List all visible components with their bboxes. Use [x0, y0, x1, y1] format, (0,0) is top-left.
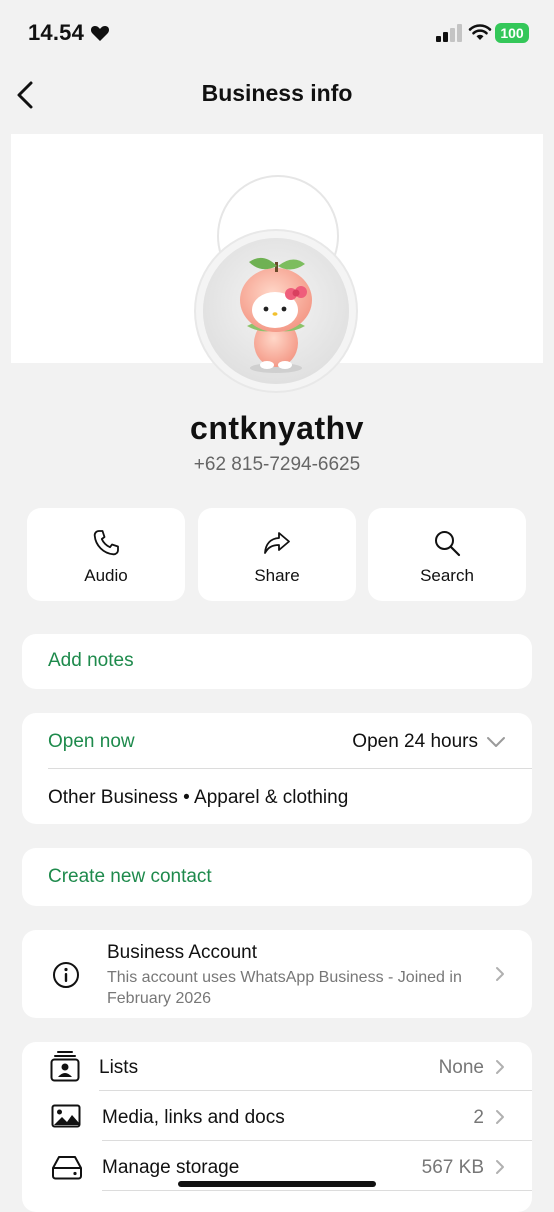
- media-links-docs-row[interactable]: Media, links and docs 2: [22, 1092, 532, 1142]
- share-icon: [264, 532, 290, 554]
- search-icon: [435, 531, 461, 557]
- add-notes-card[interactable]: Add notes: [22, 634, 532, 689]
- share-label: Share: [254, 566, 300, 585]
- chevron-right-icon: [496, 1060, 504, 1074]
- audio-call-button[interactable]: Audio: [27, 508, 185, 601]
- battery-indicator: 100: [495, 23, 529, 43]
- lists-row[interactable]: Lists None: [22, 1042, 532, 1092]
- storage-size: 567 KB: [421, 1157, 484, 1178]
- divider: [48, 768, 532, 769]
- info-icon: [53, 962, 79, 988]
- storage-icon: [52, 1156, 82, 1180]
- business-category: Other Business • Apparel & clothing: [48, 787, 349, 808]
- lists-value: None: [438, 1057, 484, 1078]
- page-title: Business info: [201, 80, 353, 106]
- add-notes-link[interactable]: Add notes: [48, 650, 134, 672]
- chevron-right-icon: [496, 967, 504, 981]
- profile-name: cntknyathv: [190, 410, 364, 446]
- storage-label: Manage storage: [102, 1157, 240, 1178]
- business-account-description: This account uses WhatsApp Business - Jo…: [107, 969, 462, 1007]
- divider: [99, 1090, 532, 1091]
- signal-icon: [436, 24, 462, 42]
- create-contact-link[interactable]: Create new contact: [48, 866, 212, 888]
- media-label: Media, links and docs: [102, 1107, 285, 1128]
- avatar[interactable]: [203, 238, 349, 384]
- chevron-right-icon: [496, 1160, 504, 1174]
- chevron-down-icon[interactable]: [486, 735, 506, 749]
- lists-label: Lists: [99, 1057, 139, 1078]
- open-now-status: Open now: [48, 731, 135, 752]
- business-hours-card: Open now Open 24 hours Other Business • …: [22, 713, 532, 824]
- share-button[interactable]: Share: [198, 508, 356, 601]
- create-contact-card[interactable]: Create new contact: [22, 848, 532, 906]
- status-time: 14.54: [28, 20, 85, 45]
- lists-icon: [50, 1051, 80, 1082]
- business-account-title: Business Account: [107, 942, 257, 963]
- media-count: 2: [473, 1107, 484, 1128]
- hours-schedule[interactable]: Open 24 hours: [352, 731, 478, 753]
- hello-kitty-peach-image: [203, 238, 349, 384]
- divider: [102, 1140, 532, 1141]
- media-icon: [51, 1104, 81, 1128]
- business-account-card[interactable]: Business Account This account uses Whats…: [22, 930, 532, 1018]
- home-indicator[interactable]: [178, 1181, 376, 1187]
- phone-icon: [93, 530, 119, 556]
- heart-icon: [90, 25, 110, 41]
- divider: [102, 1190, 532, 1191]
- search-label: Search: [420, 566, 474, 585]
- audio-label: Audio: [84, 566, 128, 585]
- wifi-icon: [468, 24, 492, 40]
- chevron-right-icon: [496, 1110, 504, 1124]
- search-button[interactable]: Search: [368, 508, 526, 601]
- profile-phone: +62 815-7294-6625: [193, 454, 361, 475]
